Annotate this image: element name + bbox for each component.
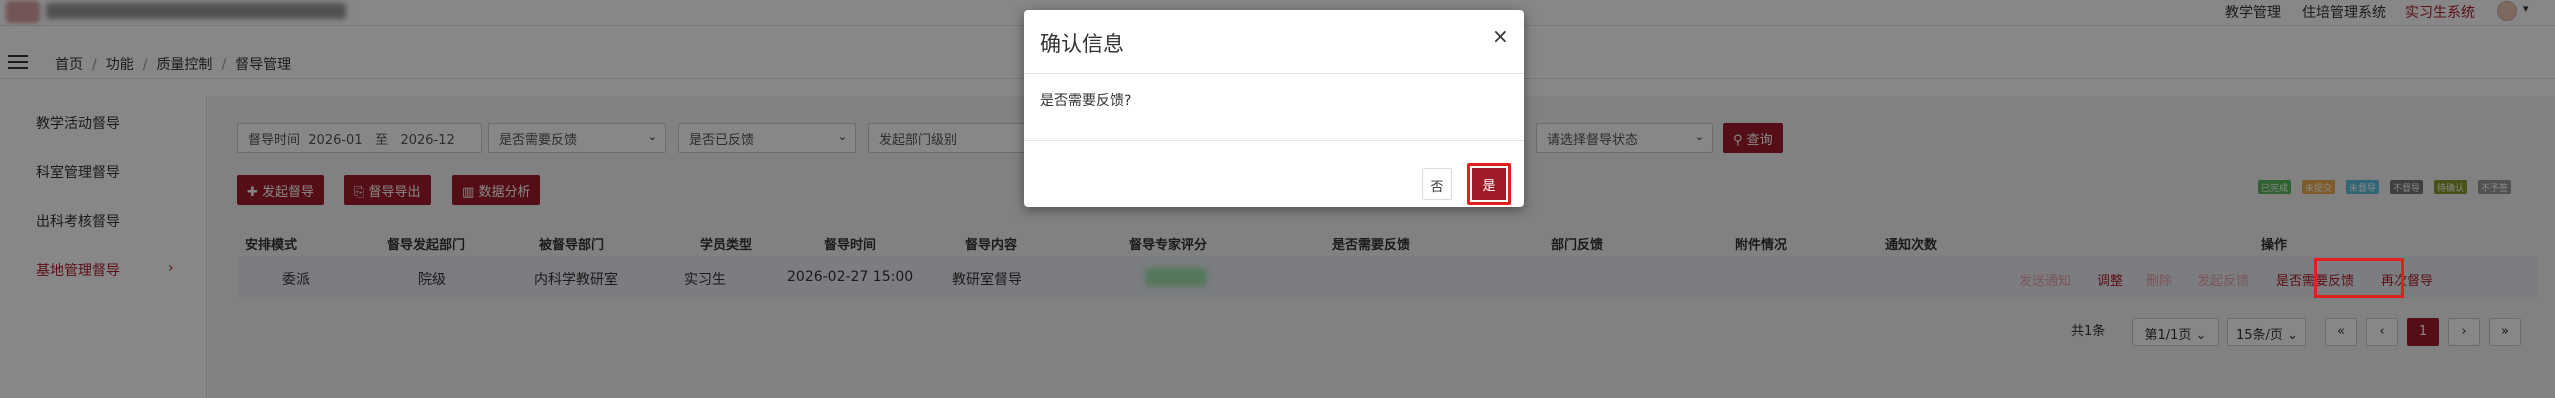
yes-button[interactable]: 是 bbox=[1472, 168, 1506, 200]
divider bbox=[1024, 73, 1524, 74]
dialog-title: 确认信息 bbox=[1040, 32, 1124, 56]
dialog-message: 是否需要反馈? bbox=[1040, 93, 1132, 109]
confirm-dialog: 确认信息 × 是否需要反馈? 否 是 bbox=[1024, 10, 1524, 207]
no-button[interactable]: 否 bbox=[1422, 168, 1452, 200]
yes-button-highlight[interactable]: 是 bbox=[1467, 163, 1511, 205]
highlight-box bbox=[2314, 258, 2404, 298]
divider bbox=[1024, 140, 1524, 141]
close-icon[interactable]: × bbox=[1492, 24, 1509, 48]
